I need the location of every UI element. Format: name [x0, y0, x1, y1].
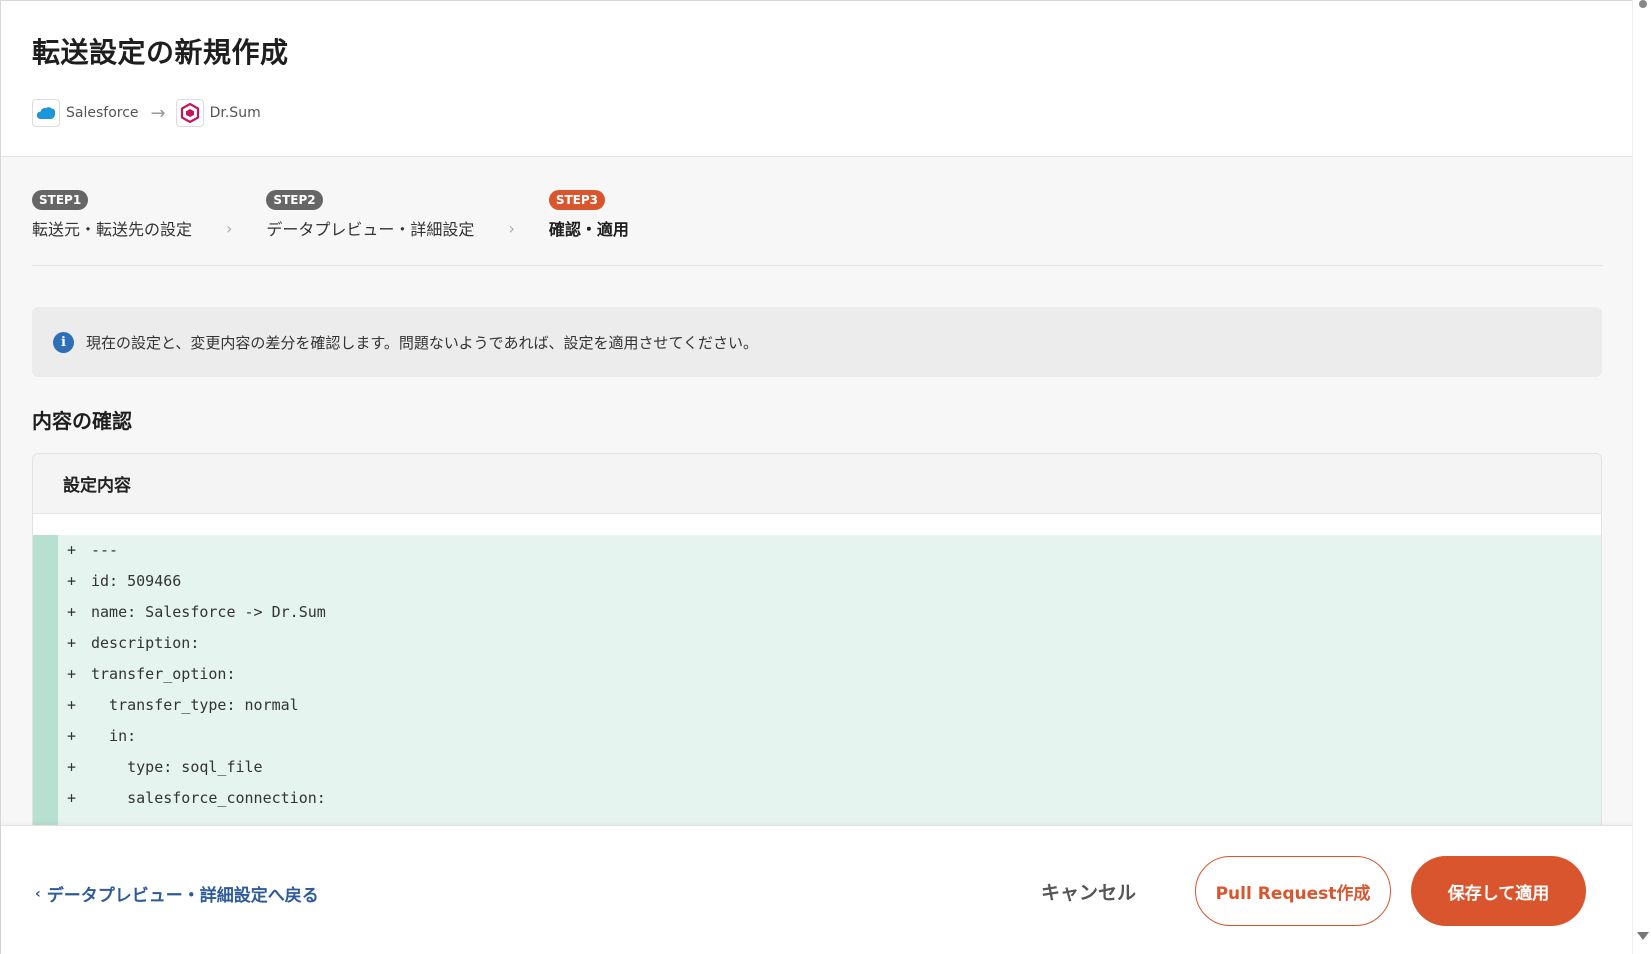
info-text: 現在の設定と、変更内容の差分を確認します。問題ないようであれば、設定を適用させて…	[86, 333, 759, 352]
info-banner: i 現在の設定と、変更内容の差分を確認します。問題ないようであれば、設定を適用さ…	[32, 307, 1602, 377]
drsum-hexagon-icon	[175, 99, 204, 127]
back-link[interactable]: ‹ データプレビュー・詳細設定へ戻る	[35, 881, 319, 907]
diff-gutter	[33, 535, 58, 825]
section-title: 内容の確認	[32, 409, 132, 433]
step-badge: STEP3	[548, 190, 606, 210]
action-footer: ‹ データプレビュー・詳細設定へ戻る キャンセル Pull Request作成 …	[1, 825, 1633, 954]
scroll-down-arrow-icon[interactable]	[1637, 932, 1649, 940]
step-label: データプレビュー・詳細設定	[266, 220, 475, 239]
cancel-button[interactable]: キャンセル	[1041, 878, 1136, 905]
diff-line: + description:	[67, 634, 200, 652]
pull-request-button[interactable]: Pull Request作成	[1195, 856, 1391, 926]
diff-line: + in:	[67, 727, 137, 745]
divider	[32, 265, 1602, 266]
diff-line: + type: soql_file	[67, 758, 263, 776]
info-icon: i	[53, 331, 74, 353]
page-title: 転送設定の新規作成	[32, 36, 289, 69]
step-3: STEP3 確認・適用	[548, 189, 629, 240]
salesforce-cloud-icon	[32, 99, 60, 127]
panel-title: 設定内容	[33, 454, 1601, 514]
save-and-apply-button[interactable]: 保存して適用	[1411, 856, 1586, 926]
chevron-right-icon: ›	[508, 219, 515, 238]
back-label: データプレビュー・詳細設定へ戻る	[46, 886, 319, 906]
step-indicator: STEP1 転送元・転送先の設定 › STEP2 データプレビュー・詳細設定 ›…	[32, 189, 629, 240]
diff-line: + transfer_type: normal	[67, 696, 299, 714]
step-badge: STEP1	[32, 190, 89, 210]
step-badge: STEP2	[266, 190, 323, 210]
settings-panel: 設定内容 + --- + id: 509466 + name: Salesforce …	[32, 453, 1602, 825]
diff-line: + id: 509466	[67, 572, 182, 590]
transfer-route: Salesforce → Dr.Sum	[32, 99, 261, 127]
scroll-thumb[interactable]	[1639, 0, 1647, 8]
destination-label: Dr.Sum	[209, 105, 261, 121]
diff-lines: + --- + id: 509466 + name: Salesforce -> Dr…	[67, 535, 326, 814]
diff-view[interactable]: + --- + id: 509466 + name: Salesforce -> Dr…	[33, 535, 1601, 825]
step-label: 確認・適用	[548, 220, 629, 239]
source-label: Salesforce	[66, 105, 139, 121]
diff-line: + transfer_option:	[67, 665, 236, 683]
chevron-left-icon: ‹	[35, 885, 41, 902]
diff-line: + salesforce_connection:	[67, 789, 326, 807]
step-label: 転送元・転送先の設定	[32, 220, 193, 239]
diff-line: + ---	[67, 541, 119, 559]
chevron-right-icon: ›	[226, 219, 233, 238]
arrow-right-icon: →	[150, 102, 166, 124]
page-header: 転送設定の新規作成 Salesforce → Dr.Sum	[1, 1, 1633, 157]
main-content: STEP1 転送元・転送先の設定 › STEP2 データプレビュー・詳細設定 ›…	[1, 157, 1633, 825]
scrollbar[interactable]	[1632, 0, 1651, 954]
diff-line: + name: Salesforce -> Dr.Sum	[67, 603, 326, 621]
step-1: STEP1 転送元・転送先の設定	[32, 189, 192, 240]
page: 転送設定の新規作成 Salesforce → Dr.Sum STEP1 転送元・…	[0, 0, 1633, 954]
step-2: STEP2 データプレビュー・詳細設定	[266, 189, 474, 240]
